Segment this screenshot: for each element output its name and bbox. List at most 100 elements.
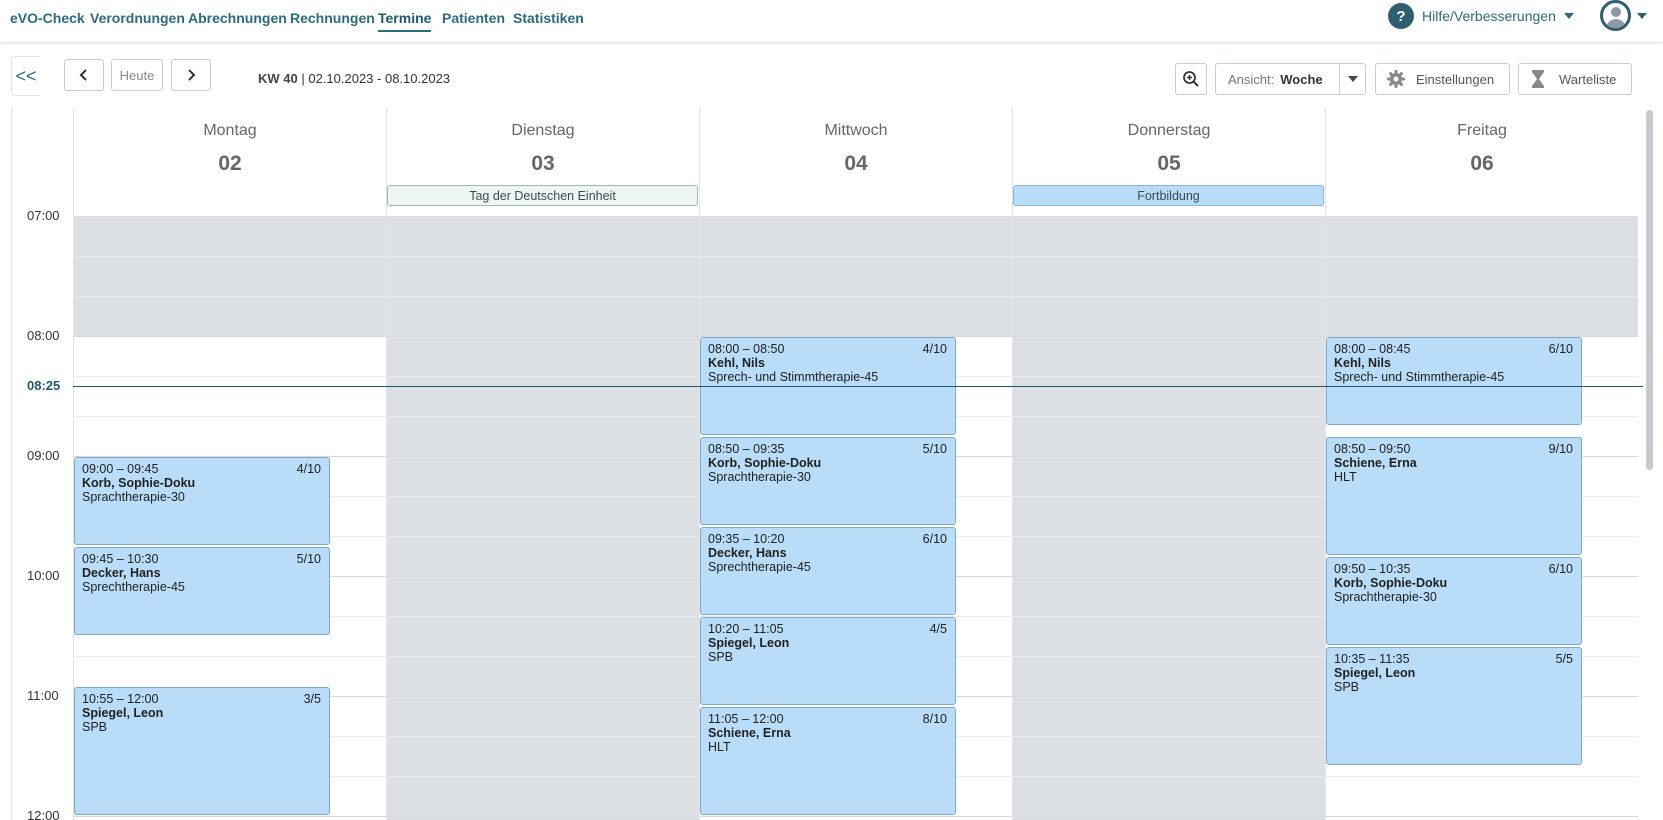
appointment-therapy: SPB xyxy=(708,650,734,664)
appointment-session-count: 3/5 xyxy=(303,692,321,706)
chevron-down-icon xyxy=(1563,13,1574,19)
appointment-therapy: Sprechtherapie-45 xyxy=(708,560,811,574)
appointment[interactable]: 11:05 – 12:00 8/10 Schiene, Erna HLT xyxy=(700,707,956,815)
appointment[interactable]: 09:45 – 10:30 5/10 Decker, Hans Sprechth… xyxy=(74,547,330,635)
appointment-patient: Korb, Sophie-Doku xyxy=(82,476,196,490)
nav-verordnungen[interactable]: Verordnungen xyxy=(90,10,185,32)
user-menu[interactable] xyxy=(1600,0,1647,31)
nav-patienten[interactable]: Patienten xyxy=(442,10,505,32)
appointment-time: 08:50 – 09:50 xyxy=(1334,442,1411,456)
hour-label: 10:00 xyxy=(27,568,60,583)
appointment-patient: Spiegel, Leon xyxy=(82,706,164,720)
appointment[interactable]: 10:35 – 11:35 5/5 Spiegel, Leon SPB xyxy=(1326,647,1582,765)
appointment[interactable]: 10:20 – 11:05 4/5 Spiegel, Leon SPB xyxy=(700,617,956,705)
help-menu[interactable]: ? Hilfe/Verbesserungen xyxy=(1388,3,1574,29)
hour-label: 07:00 xyxy=(27,208,60,223)
appointment-session-count: 8/10 xyxy=(922,712,947,726)
day-name: Donnerstag xyxy=(1127,122,1211,139)
day-number: 03 xyxy=(531,152,555,175)
nav-statistiken[interactable]: Statistiken xyxy=(513,10,584,32)
unavailable-slot xyxy=(387,336,699,820)
appointment-session-count: 6/10 xyxy=(1548,342,1573,356)
appointment-time: 09:00 – 09:45 xyxy=(82,462,159,476)
appointment-therapy: SPB xyxy=(1334,680,1360,694)
week-range: KW 40 | 02.10.2023 - 08.10.2023 xyxy=(258,71,450,86)
gear-icon xyxy=(1387,70,1405,88)
previous-week-button[interactable] xyxy=(64,59,104,91)
appointment-patient: Schiene, Erna xyxy=(708,726,791,740)
nav-termine[interactable]: Termine xyxy=(378,10,432,32)
settings-button[interactable]: Einstellungen xyxy=(1375,63,1510,95)
appointment-session-count: 5/5 xyxy=(1555,652,1573,666)
appointment-patient: Spiegel, Leon xyxy=(708,636,790,650)
appointment-patient: Schiene, Erna xyxy=(1334,456,1417,470)
waitlist-button[interactable]: Warteliste xyxy=(1518,63,1632,95)
day-name: Montag xyxy=(203,122,257,139)
view-dropdown-button[interactable] xyxy=(1339,64,1365,94)
appointment[interactable]: 09:50 – 10:35 6/10 Korb, Sophie-Doku Spr… xyxy=(1326,557,1582,645)
help-icon: ? xyxy=(1388,3,1414,29)
unavailable-slot xyxy=(1326,216,1638,336)
appointment-time: 09:35 – 10:20 xyxy=(708,532,785,546)
view-selector[interactable]: Ansicht: Woche xyxy=(1215,63,1366,95)
appointment-therapy: HLT xyxy=(708,740,731,754)
appointment-therapy: HLT xyxy=(1334,470,1357,484)
appointment-session-count: 5/10 xyxy=(922,442,947,456)
hour-label: 12:00 xyxy=(27,808,60,820)
day-number: 02 xyxy=(218,152,242,175)
nav-rechnungen[interactable]: Rechnungen xyxy=(290,10,375,32)
collapse-sidebar-button[interactable]: << xyxy=(11,56,40,96)
nav-evo-check[interactable]: eVO-Check xyxy=(10,10,85,32)
zoom-button[interactable] xyxy=(1175,63,1207,95)
appointment-patient: Kehl, Nils xyxy=(1334,356,1391,370)
appointment-therapy: Sprechtherapie-45 xyxy=(82,580,185,594)
hour-label: 11:00 xyxy=(27,688,59,703)
day-header-montag[interactable]: Montag 02 xyxy=(73,108,386,216)
appointment-session-count: 4/10 xyxy=(296,462,321,476)
next-week-button[interactable] xyxy=(171,59,211,91)
appointment-session-count: 6/10 xyxy=(922,532,947,546)
appointment-time: 09:50 – 10:35 xyxy=(1334,562,1411,576)
view-selector-prefix: Ansicht: xyxy=(1228,71,1275,87)
current-time-line xyxy=(73,386,1643,387)
all-day-event[interactable]: Tag der Deutschen Einheit xyxy=(387,185,698,206)
unavailable-slot xyxy=(74,216,386,336)
nav-abrechnungen[interactable]: Abrechnungen xyxy=(188,10,287,32)
day-column-dienstag[interactable] xyxy=(386,216,699,820)
appointment[interactable]: 09:35 – 10:20 6/10 Decker, Hans Sprechth… xyxy=(700,527,956,615)
appointment-therapy: Sprachtherapie-30 xyxy=(708,470,811,484)
chevron-down-icon xyxy=(1347,76,1358,82)
all-day-event[interactable]: Fortbildung xyxy=(1013,185,1324,206)
today-button[interactable]: Heute xyxy=(111,59,163,91)
day-header-freitag[interactable]: Freitag 06 xyxy=(1325,108,1638,216)
appointment[interactable]: 10:55 – 12:00 3/5 Spiegel, Leon SPB xyxy=(74,687,330,815)
appointment-session-count: 6/10 xyxy=(1548,562,1573,576)
appointment-patient: Korb, Sophie-Doku xyxy=(1334,576,1448,590)
day-column-donnerstag[interactable] xyxy=(1012,216,1325,820)
appointment-time: 08:00 – 08:45 xyxy=(1334,342,1411,356)
unavailable-slot xyxy=(700,216,1012,336)
day-header-mittwoch[interactable]: Mittwoch 04 xyxy=(699,108,1012,216)
chevron-left-icon xyxy=(79,69,87,81)
calendar-grid: 07:00 08:00 09:00 10:00 11:00 12:00 08:25 09:00… xyxy=(12,208,1643,820)
appointment-time: 11:05 – 12:00 xyxy=(708,712,784,726)
day-number: 05 xyxy=(1157,152,1181,175)
appointment[interactable]: 08:50 – 09:50 9/10 Schiene, Erna HLT xyxy=(1326,437,1582,555)
current-time-label: 08:25 xyxy=(27,378,61,393)
calendar-scrollbar[interactable] xyxy=(1646,110,1653,470)
day-name: Dienstag xyxy=(511,122,575,139)
zoom-in-icon xyxy=(1183,71,1199,87)
appointment-session-count: 5/10 xyxy=(296,552,321,566)
grid-line xyxy=(73,256,1638,257)
appointment[interactable]: 08:50 – 09:35 5/10 Korb, Sophie-Doku Spr… xyxy=(700,437,956,525)
appointment-session-count: 4/10 xyxy=(922,342,947,356)
appointment-time: 08:00 – 08:50 xyxy=(708,342,785,356)
appointment-therapy: Sprech- und Stimmtherapie-45 xyxy=(1334,370,1505,384)
appointment[interactable]: 08:00 – 08:45 6/10 Kehl, Nils Sprech- un… xyxy=(1326,337,1582,425)
week-number: KW 40 xyxy=(258,71,298,86)
appointment[interactable]: 09:00 – 09:45 4/10 Korb, Sophie-Doku Spr… xyxy=(74,457,330,545)
appointment-therapy: Sprachtherapie-30 xyxy=(1334,590,1437,604)
date-range: | 02.10.2023 - 08.10.2023 xyxy=(301,71,451,86)
unavailable-slot xyxy=(1013,216,1325,336)
appointment-therapy: Sprech- und Stimmtherapie-45 xyxy=(708,370,879,384)
